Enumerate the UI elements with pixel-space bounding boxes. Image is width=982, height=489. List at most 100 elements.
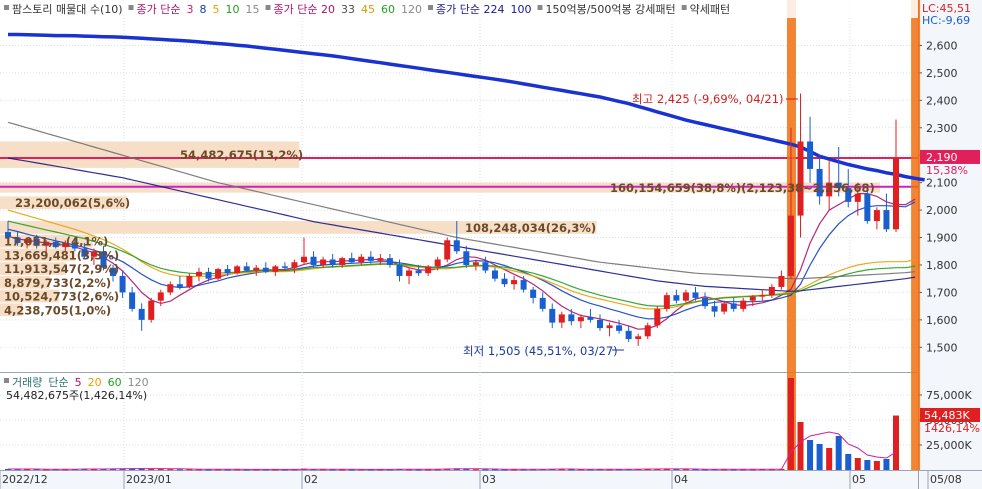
low-annotation: 최저 1,505 (45,51%, 03/27)	[463, 344, 618, 358]
volume-bar	[807, 440, 814, 470]
candle-body	[320, 259, 327, 265]
price-tick-label: 1,600	[926, 314, 958, 327]
volume-legend-item: 20	[88, 376, 102, 389]
legend-item: 3	[187, 3, 194, 16]
stock-chart: 2,6002,5002,4002,3002,2002,1002,0001,900…	[0, 0, 982, 489]
candle-body	[148, 300, 155, 320]
candle-body	[568, 314, 575, 322]
legend-item: 5	[213, 3, 220, 16]
high-annotation: 최고 2,425 (-9,69%, 04/21)	[632, 92, 784, 106]
candle-body	[873, 210, 880, 222]
candle-body	[892, 157, 899, 230]
legend-item: 종가 단순 224	[436, 3, 504, 16]
legend-item: 종가 단순 20	[274, 3, 335, 16]
time-tick-label: 2023/01	[126, 473, 172, 486]
price-tick-label: 2,400	[926, 94, 958, 107]
hc-value: HC:-9,69	[922, 14, 970, 27]
legend-item: 120	[401, 3, 422, 16]
volume-bar	[835, 436, 842, 470]
candle-body	[864, 193, 871, 222]
volume-legend-item: 거래량	[12, 376, 42, 389]
volume-legend-item: 60	[108, 376, 122, 389]
volume-bar	[482, 469, 489, 471]
candle-body	[167, 284, 174, 293]
candle-body	[606, 325, 613, 329]
candle-body	[702, 297, 709, 307]
legend-item: 약세패턴	[690, 2, 730, 16]
legend-item: 100	[510, 3, 531, 16]
price-tick-label: 2,600	[926, 39, 958, 52]
candle-body	[291, 262, 298, 268]
volume-pct-label: 1426,14%	[924, 422, 980, 435]
candle-body	[406, 270, 413, 276]
volume-bar	[826, 448, 833, 470]
candle-body	[768, 286, 775, 296]
volume-info: 54,482,675주(1,426,14%)	[6, 389, 147, 402]
candle-body	[530, 289, 537, 298]
candle-body	[625, 330, 632, 340]
legend-item: 45	[361, 3, 375, 16]
candle-body	[425, 266, 432, 274]
candle-body	[463, 251, 470, 265]
price-badge-label: 2,190	[926, 151, 958, 164]
candle-body	[367, 256, 374, 261]
volume-profile-label: 108,248,034(26,3%)	[465, 221, 596, 235]
time-tick-label: 05/08	[930, 473, 962, 486]
candle-body	[339, 258, 346, 265]
candle-body	[195, 271, 202, 276]
candle-body	[310, 256, 317, 265]
legend-item: 팜스토리 매물대 수(10)	[12, 3, 123, 16]
candle-body	[596, 319, 603, 329]
candle-body	[472, 262, 479, 265]
candle-body	[205, 271, 212, 279]
candle-body	[558, 314, 565, 323]
price-tick-label: 2,300	[926, 122, 958, 135]
legend-square-icon	[537, 5, 543, 10]
candle-body	[749, 296, 756, 301]
volume-profile-label: 4,238,705(1,0%)	[4, 303, 111, 317]
candle-body	[673, 295, 680, 301]
candle-body	[176, 284, 183, 287]
candle-body	[587, 317, 594, 320]
volume-badge-label: 54,483K	[924, 409, 970, 422]
volume-bar	[883, 459, 890, 470]
legend-square-icon	[265, 5, 271, 10]
price-tick-label: 1,700	[926, 286, 958, 299]
candle-body	[721, 303, 728, 312]
candle-body	[386, 258, 393, 265]
candle-body	[434, 259, 441, 267]
candle-body	[644, 325, 651, 337]
volume-profile-label: 10,524,773(2,6%)	[4, 290, 119, 304]
volume-bar	[176, 469, 183, 471]
candle-body	[348, 258, 355, 263]
candle-body	[577, 317, 584, 322]
volume-bar	[816, 444, 823, 470]
candle-body	[787, 215, 794, 276]
legend-item: 150억봉/500억봉 강세패턴	[545, 3, 675, 16]
candle-body	[616, 325, 623, 331]
legend-square-icon	[4, 378, 9, 383]
candle-body	[396, 264, 403, 276]
candle-body	[157, 292, 164, 301]
chart-window: 2,6002,5002,4002,3002,2002,1002,0001,900…	[0, 0, 982, 489]
candle-body	[138, 308, 145, 320]
candle-body	[654, 308, 661, 326]
legend-square-icon	[4, 5, 9, 10]
price-tick-label: 1,500	[926, 341, 958, 354]
candle-body	[797, 141, 804, 216]
legend-item: 33	[341, 3, 355, 16]
volume-bar	[157, 469, 164, 471]
volume-profile-label: 8,879,733(2,2%)	[4, 276, 111, 290]
legend-item: 8	[200, 3, 207, 16]
time-tick-label: 05	[852, 473, 866, 486]
candle-body	[129, 292, 136, 309]
legend-item: 종가 단순	[137, 3, 181, 16]
volume-bar	[873, 461, 880, 470]
candle-body	[682, 292, 689, 301]
volume-tick-label: 25,000K	[926, 439, 972, 452]
candle-body	[501, 278, 508, 285]
time-tick-label: 02	[304, 473, 318, 486]
volume-bar	[167, 469, 174, 471]
time-tick-label: 03	[482, 473, 496, 486]
price-tick-label: 2,000	[926, 204, 958, 217]
